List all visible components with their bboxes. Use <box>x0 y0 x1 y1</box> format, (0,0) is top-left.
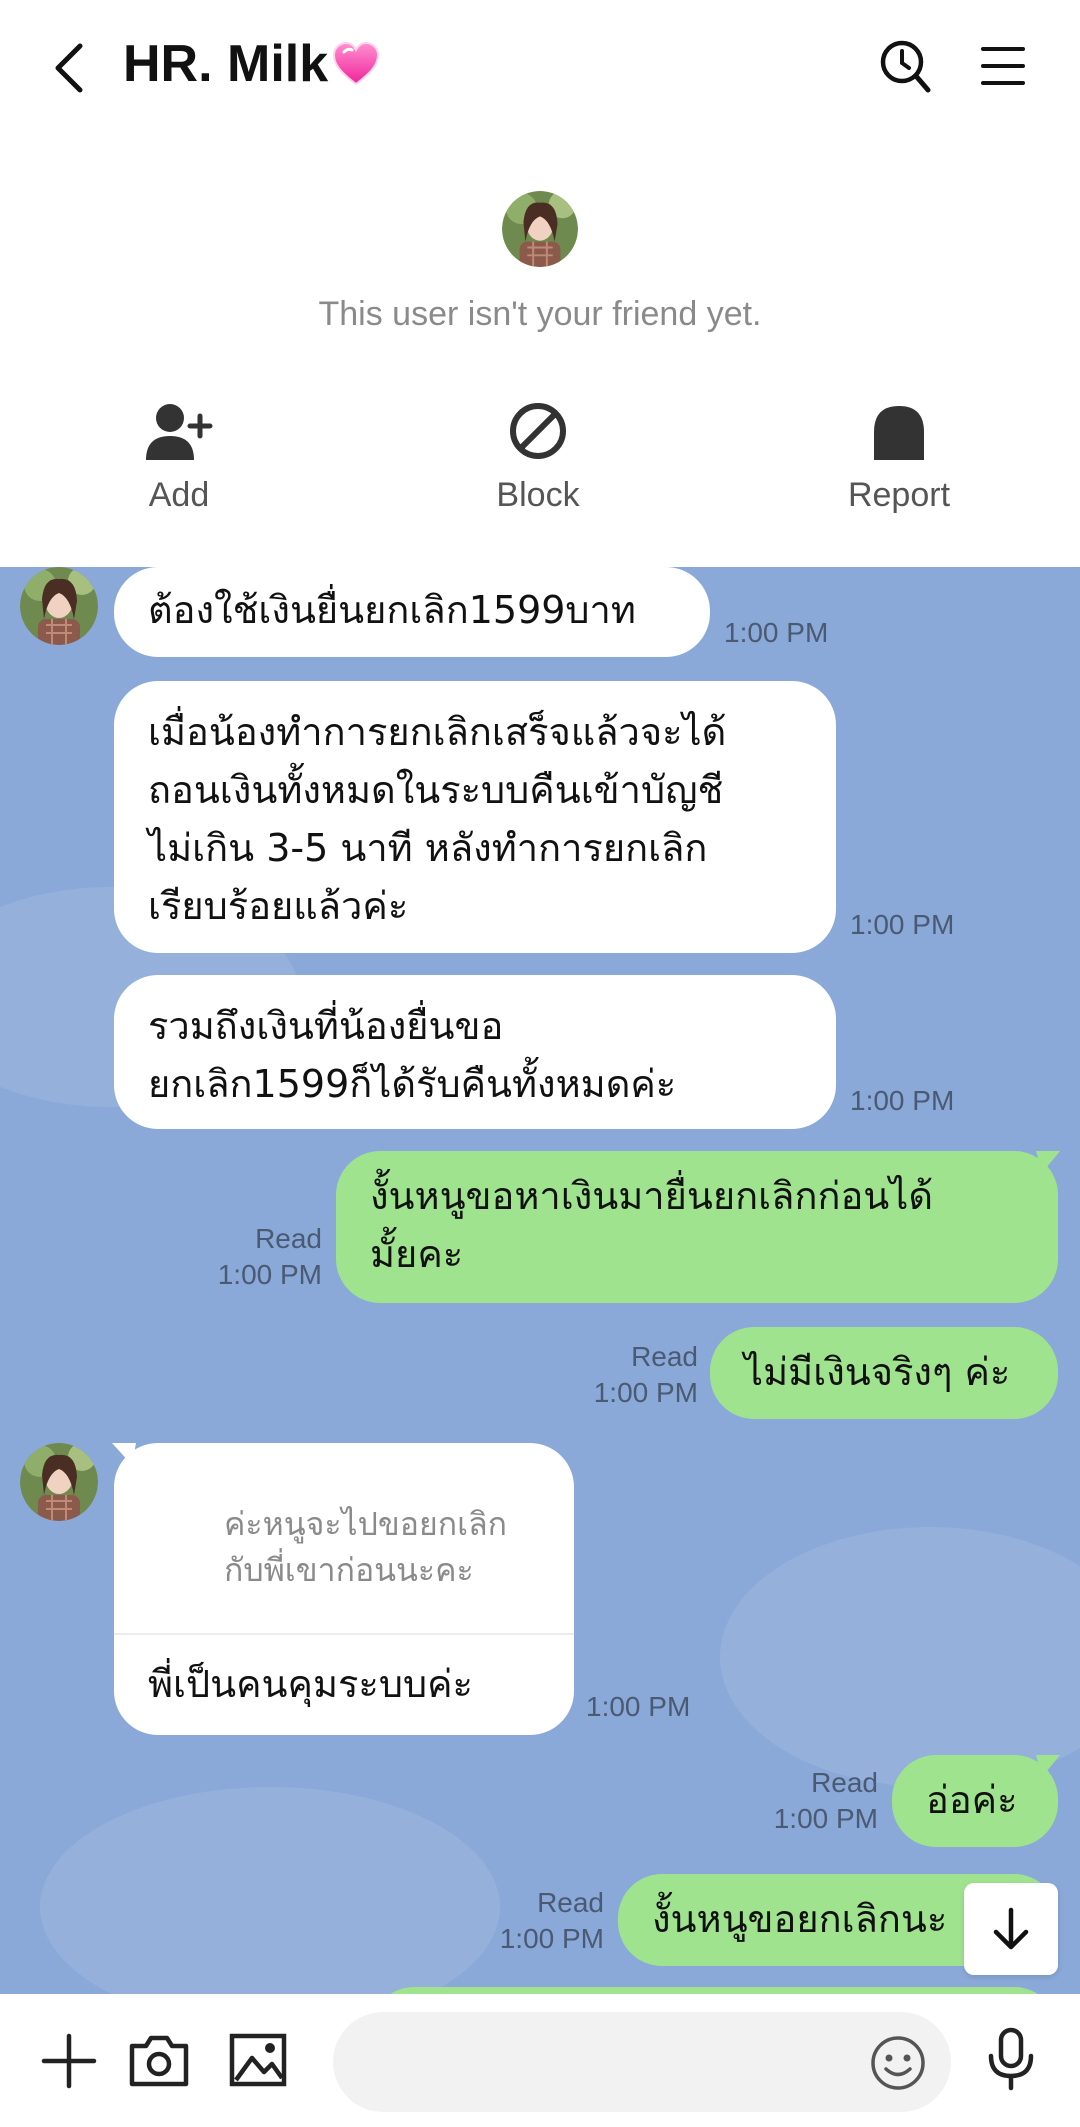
read-receipt: Read 1:00 PM <box>180 1221 322 1293</box>
camera-button[interactable] <box>128 2030 190 2094</box>
microphone-button[interactable] <box>984 2026 1038 2096</box>
plus-icon <box>41 2033 97 2089</box>
clock-search-icon <box>880 40 931 93</box>
report-label: Report <box>847 476 951 514</box>
not-friend-notice: This user isn't your friend yet. <box>318 295 762 333</box>
not-friend-panel: This user isn't your friend yet. Add Blo… <box>0 140 1080 567</box>
message-text: ไม่มีเงินจริงๆ ค่ะ <box>744 1350 1011 1394</box>
read-label: Read <box>631 1341 698 1372</box>
message-time: 1:00 PM <box>850 909 955 940</box>
report-button[interactable]: Report <box>799 400 999 515</box>
message-text-line: ไม่เกิน 3-5 นาที หลังทำการยกเลิก <box>148 826 708 870</box>
message-bubble-incoming[interactable]: รวมถึงเงินที่น้องยื่นขอ ยกเลิก1599ก็ได้ร… <box>114 975 836 1129</box>
block-label: Block <box>496 476 580 514</box>
avatar[interactable] <box>20 567 98 645</box>
block-button[interactable]: Block <box>438 400 638 515</box>
bubble-tail <box>1036 1755 1060 1777</box>
avatar[interactable] <box>502 191 578 267</box>
quoted-text-line: กับพี่เขาก่อนนะคะ <box>224 1551 474 1589</box>
message-bubble-outgoing[interactable]: งั้นหนูขอหาเงินมายื่นยกเลิกก่อนได้ มั้ยค… <box>336 1151 1058 1303</box>
read-label: Read <box>811 1767 878 1798</box>
read-receipt: Read 1:00 PM <box>464 1885 604 1957</box>
read-receipt: Read 1:00 PM <box>560 1339 698 1411</box>
chat-area[interactable]: ต้องใช้เงินยื่นยกเลิก1599บาท 1:00 PM เมื… <box>0 567 1080 1994</box>
hamburger-menu-icon <box>981 47 1025 85</box>
add-friend-icon <box>146 404 213 460</box>
chat-title[interactable]: HR. Milk <box>123 34 382 94</box>
message-input-bar <box>0 1994 1080 2127</box>
message-text-line: ยกเลิก1599ก็ได้รับคืนทั้งหมดค่ะ <box>148 1062 677 1106</box>
add-label: Add <box>148 476 210 514</box>
message-time: 1:00 PM <box>850 1085 955 1116</box>
avatar[interactable] <box>20 1443 98 1521</box>
message-bubble-outgoing[interactable] <box>370 1987 1058 1994</box>
report-icon <box>874 406 924 460</box>
add-friend-button[interactable]: Add <box>79 400 279 515</box>
emoji-button[interactable] <box>869 2034 927 2096</box>
read-receipt: Read 1:00 PM <box>740 1765 878 1837</box>
message-time: 1:00 PM <box>586 1691 691 1722</box>
message-time: 1:00 PM <box>499 1923 604 1954</box>
message-time: 1:00 PM <box>217 1259 322 1290</box>
back-button[interactable] <box>48 40 94 96</box>
arrow-down-icon <box>993 1907 1029 1950</box>
background-cloud <box>720 1527 1080 1787</box>
search-history-button[interactable] <box>878 38 934 98</box>
message-text-line: เมื่อน้องทำการยกเลิกเสร็จแล้วจะได้ <box>148 710 727 754</box>
message-time: 1:00 PM <box>773 1803 878 1834</box>
message-text: ต้องใช้เงินยื่นยกเลิก1599บาท <box>148 588 636 632</box>
message-time: 1:00 PM <box>593 1377 698 1408</box>
reply-message-bubble[interactable]: ค่ะหนูจะไปขอยกเลิก กับพี่เขาก่อนนะคะ พี่… <box>114 1443 574 1735</box>
read-label: Read <box>537 1887 604 1918</box>
chevron-left-icon <box>55 43 83 93</box>
microphone-icon <box>988 2027 1034 2091</box>
message-text-line: งั้นหนูขอหาเงินมายื่นยกเลิกก่อนได้ <box>370 1174 934 1218</box>
chat-header: HR. Milk <box>0 0 1080 140</box>
message-time: 1:00 PM <box>724 617 829 648</box>
message-text-line: มั้ยคะ <box>370 1232 464 1276</box>
message-input-container[interactable] <box>333 2012 951 2112</box>
sparkling-heart-icon <box>333 41 380 86</box>
menu-button[interactable] <box>980 44 1026 88</box>
message-bubble-outgoing[interactable]: ไม่มีเงินจริงๆ ค่ะ <box>710 1327 1058 1419</box>
message-text: อ่อค่ะ <box>926 1778 1018 1822</box>
bubble-tail <box>1036 1151 1060 1173</box>
message-bubble-incoming[interactable]: เมื่อน้องทำการยกเลิกเสร็จแล้วจะได้ ถอนเง… <box>114 681 836 953</box>
plus-button[interactable] <box>40 2032 98 2094</box>
message-text: พี่เป็นคนคุมระบบค่ะ <box>148 1662 473 1706</box>
camera-icon <box>129 2035 189 2087</box>
reply-divider <box>114 1633 574 1635</box>
emoji-icon <box>871 2036 925 2090</box>
image-button[interactable] <box>228 2030 288 2094</box>
image-icon <box>229 2033 287 2087</box>
block-icon <box>510 403 566 459</box>
read-label: Read <box>255 1223 322 1254</box>
background-cloud <box>40 1787 500 1994</box>
message-bubble-incoming[interactable]: ต้องใช้เงินยื่นยกเลิก1599บาท <box>114 567 710 657</box>
message-text-line: เรียบร้อยแล้วค่ะ <box>148 884 409 928</box>
message-bubble-outgoing[interactable]: อ่อค่ะ <box>892 1755 1058 1847</box>
message-input[interactable] <box>363 2012 883 2112</box>
message-text: งั้นหนูขอยกเลิกนะ <box>652 1897 948 1941</box>
scroll-to-bottom-button[interactable] <box>964 1883 1058 1975</box>
message-text-line: รวมถึงเงินที่น้องยื่นขอ <box>148 1004 504 1048</box>
quoted-text-line: ค่ะหนูจะไปขอยกเลิก <box>224 1505 508 1543</box>
message-text-line: ถอนเงินทั้งหมดในระบบคืนเข้าบัญชี <box>148 768 724 812</box>
chat-title-text: HR. Milk <box>123 35 329 93</box>
quoted-message[interactable]: ค่ะหนูจะไปขอยกเลิก กับพี่เขาก่อนนะคะ <box>224 1501 507 1593</box>
